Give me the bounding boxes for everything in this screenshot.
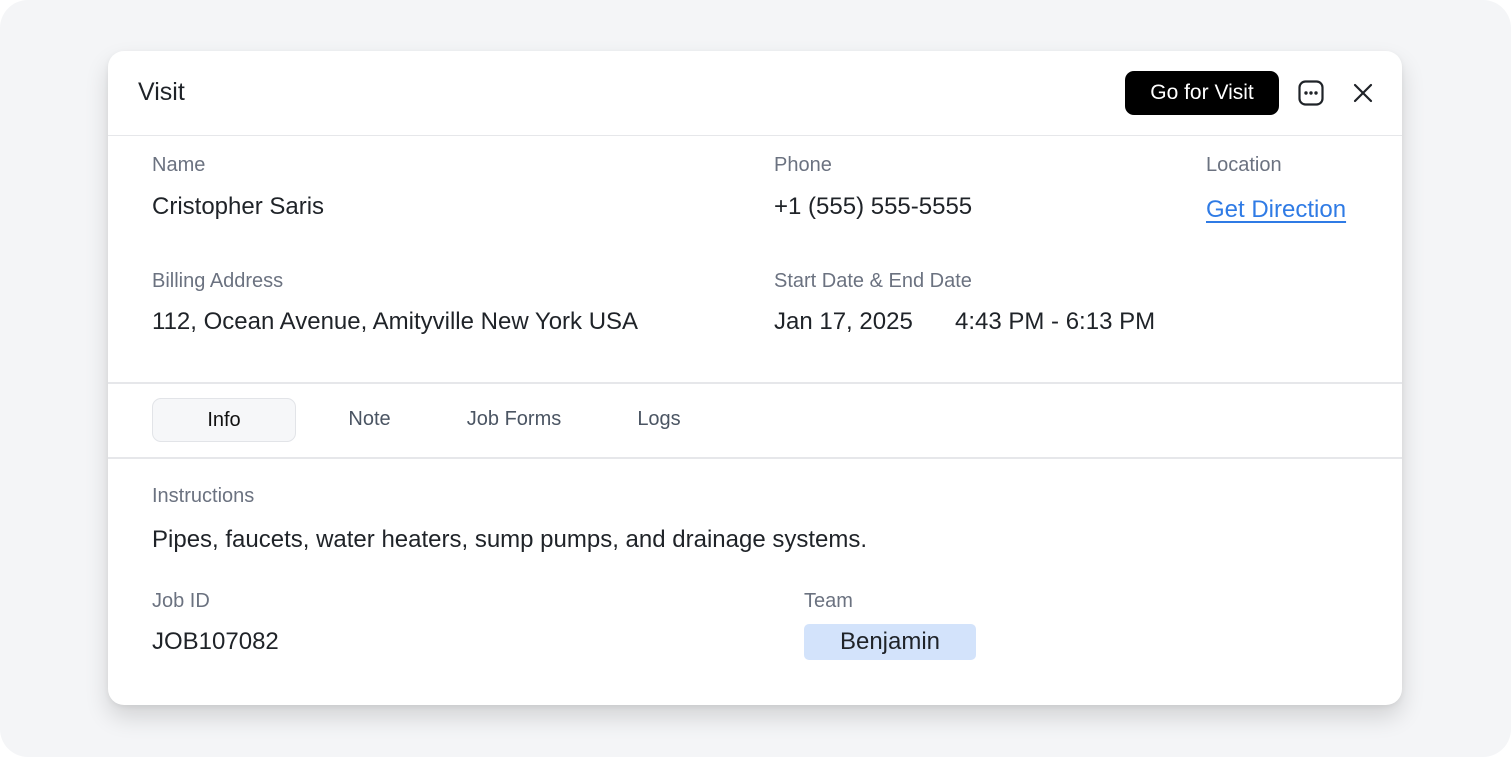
dates-label: Start Date & End Date: [774, 270, 972, 292]
section-divider: [108, 382, 1402, 384]
team-label: Team: [804, 590, 853, 612]
dialog-title: Visit: [138, 78, 185, 106]
visit-dialog: Visit Go for Visit Name Cristopher Saris…: [108, 51, 1402, 705]
tab-logs[interactable]: Logs: [614, 398, 704, 440]
tab-note[interactable]: Note: [322, 398, 417, 440]
job-id-value: JOB107082: [152, 628, 279, 655]
get-direction-link[interactable]: Get Direction: [1206, 196, 1346, 224]
dialog-header: Visit Go for Visit: [108, 51, 1402, 136]
instructions-label: Instructions: [152, 485, 255, 507]
job-id-label: Job ID: [152, 590, 210, 612]
name-label: Name: [152, 154, 206, 176]
billing-address-label: Billing Address: [152, 270, 284, 292]
tabs-divider: [108, 457, 1402, 459]
billing-address-value: 112, Ocean Avenue, Amityville New York U…: [152, 308, 639, 335]
phone-label: Phone: [774, 154, 832, 176]
phone-value: +1 (555) 555-5555: [774, 193, 973, 220]
time-range-value: 4:43 PM - 6:13 PM: [955, 308, 1156, 335]
name-value: Cristopher Saris: [152, 193, 325, 220]
tab-job-forms[interactable]: Job Forms: [448, 398, 580, 440]
date-value: Jan 17, 2025: [774, 308, 913, 335]
location-label: Location: [1206, 154, 1282, 176]
message-dots-icon[interactable]: [1296, 78, 1326, 108]
go-for-visit-button[interactable]: Go for Visit: [1125, 71, 1279, 115]
instructions-value: Pipes, faucets, water heaters, sump pump…: [152, 526, 868, 553]
tab-info[interactable]: Info: [152, 398, 296, 442]
close-icon[interactable]: [1348, 78, 1378, 108]
team-member-badge: Benjamin: [804, 624, 976, 660]
